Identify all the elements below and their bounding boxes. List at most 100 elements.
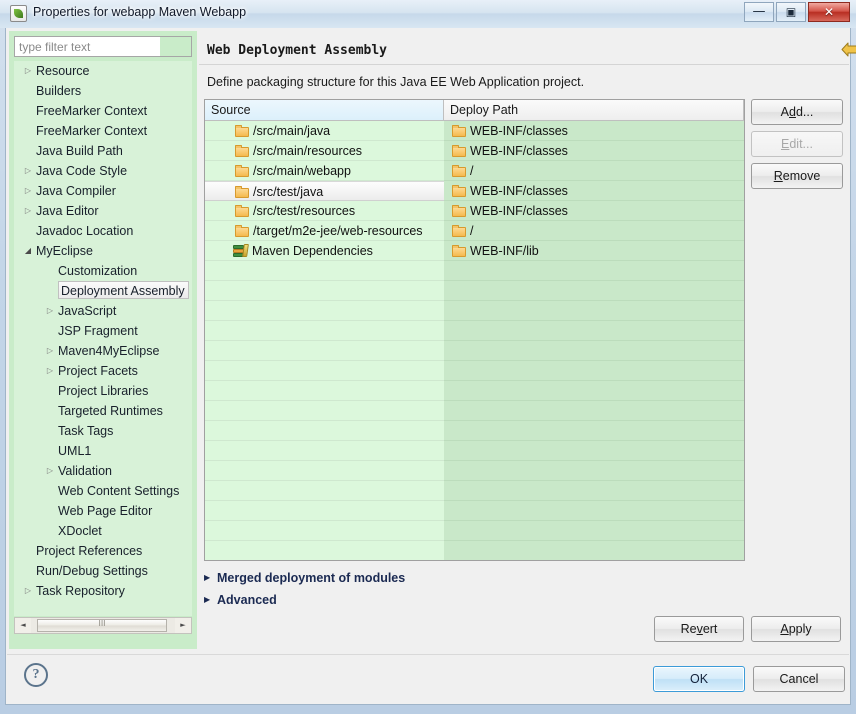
sidebar-item-deployment-assembly[interactable]: Deployment Assembly: [14, 281, 192, 301]
back-arrow-icon[interactable]: [841, 42, 856, 57]
tree-collapsed-arrow-icon[interactable]: ▷: [44, 361, 56, 381]
cell-deploy-path: [444, 381, 744, 401]
scroll-left-arrow-icon[interactable]: ◄: [15, 618, 31, 633]
help-question-icon[interactable]: ?: [24, 663, 48, 687]
table-empty-row: [205, 341, 744, 361]
sidebar-item-java-code-style[interactable]: ▷ Java Code Style: [14, 161, 192, 181]
ok-button[interactable]: OK: [653, 666, 745, 692]
sidebar-item-maven4myeclipse[interactable]: ▷ Maven4MyEclipse: [14, 341, 192, 361]
table-row[interactable]: /src/test/java WEB-INF/classes: [205, 181, 744, 201]
sidebar-item-jsp-fragment[interactable]: JSP Fragment: [14, 321, 192, 341]
sidebar-item-targeted-runtimes[interactable]: Targeted Runtimes: [14, 401, 192, 421]
sidebar-item-project-references[interactable]: Project References: [14, 541, 192, 561]
cell-deploy-path[interactable]: WEB-INF/lib: [444, 241, 744, 261]
close-button[interactable]: ✕: [808, 2, 850, 22]
cell-source[interactable]: Maven Dependencies: [205, 241, 444, 261]
tree-collapsed-arrow-icon[interactable]: ▷: [22, 61, 34, 81]
sidebar-item-resource[interactable]: ▷ Resource: [14, 61, 192, 81]
tree-collapsed-arrow-icon[interactable]: ▷: [22, 161, 34, 181]
table-row[interactable]: /src/test/resources WEB-INF/classes: [205, 201, 744, 221]
sidebar-item-project-libraries[interactable]: Project Libraries: [14, 381, 192, 401]
sidebar-item-project-facets[interactable]: ▷ Project Facets: [14, 361, 192, 381]
tree-expanded-arrow-icon[interactable]: ◢: [22, 241, 34, 261]
sidebar-item-xdoclet[interactable]: XDoclet: [14, 521, 192, 541]
table-row[interactable]: /src/main/resources WEB-INF/classes: [205, 141, 744, 161]
cell-deploy-path[interactable]: /: [444, 221, 744, 241]
tree-collapsed-arrow-icon[interactable]: ▷: [44, 461, 56, 481]
cell-source: [205, 521, 444, 541]
cancel-button[interactable]: Cancel: [753, 666, 845, 692]
sidebar-item-java-build-path[interactable]: Java Build Path: [14, 141, 192, 161]
cell-deploy-path[interactable]: WEB-INF/classes: [444, 121, 744, 141]
sidebar-item-freemarker-context[interactable]: FreeMarker Context: [14, 121, 192, 141]
table-row[interactable]: /src/main/java WEB-INF/classes: [205, 121, 744, 141]
sidebar-item-task-tags[interactable]: Task Tags: [14, 421, 192, 441]
add-button[interactable]: Add...: [751, 99, 843, 125]
settings-tree[interactable]: ▷ Resource Builders FreeMarker Context FreeM…: [14, 61, 192, 616]
cell-deploy-path[interactable]: WEB-INF/classes: [444, 141, 744, 161]
sidebar-item-customization[interactable]: Customization: [14, 261, 192, 281]
sidebar-item-label: Web Page Editor: [58, 504, 153, 518]
sidebar-item-web-content-settings[interactable]: Web Content Settings: [14, 481, 192, 501]
column-header-deploy-path[interactable]: Deploy Path: [444, 100, 744, 121]
cell-source[interactable]: /target/m2e-jee/web-resources: [205, 221, 444, 241]
table-row[interactable]: Maven Dependencies WEB-INF/lib: [205, 241, 744, 261]
deploy-path-label: WEB-INF/classes: [470, 184, 568, 198]
sidebar-item-uml1[interactable]: UML1: [14, 441, 192, 461]
sidebar-item-label: Java Build Path: [36, 144, 123, 158]
scrollbar-thumb[interactable]: [37, 619, 167, 632]
cell-source[interactable]: /src/main/resources: [205, 141, 444, 161]
search-input[interactable]: [15, 37, 160, 56]
cell-deploy-path[interactable]: WEB-INF/classes: [444, 181, 744, 201]
cell-source[interactable]: /src/main/java: [205, 121, 444, 141]
sidebar-item-run-debug-settings[interactable]: Run/Debug Settings: [14, 561, 192, 581]
table-row[interactable]: /src/main/webapp /: [205, 161, 744, 181]
apply-button[interactable]: Apply: [751, 616, 841, 642]
dialog-client-area: ▷ResourceBuildersFreeMarker ContextFreeM…: [5, 28, 856, 705]
tree-collapsed-arrow-icon[interactable]: ▷: [44, 341, 56, 361]
sidebar-item-web-page-editor[interactable]: Web Page Editor: [14, 501, 192, 521]
scroll-right-arrow-icon[interactable]: ►: [175, 618, 191, 633]
sidebar-item-javascript[interactable]: ▷ JavaScript: [14, 301, 192, 321]
sidebar-item-java-editor[interactable]: ▷ Java Editor: [14, 201, 192, 221]
cell-deploy-path: [444, 281, 744, 301]
cell-source: [205, 301, 444, 321]
tree-horizontal-scrollbar[interactable]: ◄ ►: [14, 617, 192, 634]
revert-button[interactable]: Revert: [654, 616, 744, 642]
tree-collapsed-arrow-icon[interactable]: ▷: [44, 301, 56, 321]
sidebar-item-javadoc-location[interactable]: Javadoc Location: [14, 221, 192, 241]
folder-icon: [235, 125, 249, 137]
sidebar-item-freemarker-context[interactable]: FreeMarker Context: [14, 101, 192, 121]
source-path-label: /src/main/webapp: [253, 164, 351, 178]
table-empty-row: [205, 361, 744, 381]
table-empty-row: [205, 281, 744, 301]
deploy-path-label: WEB-INF/lib: [470, 244, 539, 258]
sidebar-item-task-repository[interactable]: ▷ Task Repository: [14, 581, 192, 601]
folder-icon: [452, 145, 466, 157]
maximize-button[interactable]: ▣: [776, 2, 806, 22]
tree-collapsed-arrow-icon[interactable]: ▷: [22, 181, 34, 201]
cell-source[interactable]: /src/test/java: [205, 181, 444, 201]
sidebar-item-label: MyEclipse: [36, 244, 93, 258]
cell-deploy-path: [444, 521, 744, 541]
cell-source[interactable]: /src/main/webapp: [205, 161, 444, 181]
table-row[interactable]: /target/m2e-jee/web-resources /: [205, 221, 744, 241]
tree-collapsed-arrow-icon[interactable]: ▷: [22, 581, 34, 601]
sidebar-item-myeclipse[interactable]: ◢ MyEclipse: [14, 241, 192, 261]
minimize-button[interactable]: —: [744, 2, 774, 22]
sidebar-item-java-compiler[interactable]: ▷ Java Compiler: [14, 181, 192, 201]
cell-source[interactable]: /src/test/resources: [205, 201, 444, 221]
remove-button[interactable]: Remove: [751, 163, 843, 189]
folder-icon: [452, 165, 466, 177]
cell-deploy-path[interactable]: WEB-INF/classes: [444, 201, 744, 221]
page-description: Define packaging structure for this Java…: [207, 75, 585, 89]
sidebar-item-label: Validation: [58, 464, 112, 478]
cell-deploy-path[interactable]: /: [444, 161, 744, 181]
deploy-path-label: WEB-INF/classes: [470, 204, 568, 218]
deployment-assembly-table[interactable]: Source Deploy Path /src/main/java WEB-INF…: [204, 99, 745, 561]
column-header-source[interactable]: Source: [205, 100, 444, 121]
deploy-path-label: WEB-INF/classes: [470, 144, 568, 158]
sidebar-item-validation[interactable]: ▷ Validation: [14, 461, 192, 481]
sidebar-item-builders[interactable]: Builders: [14, 81, 192, 101]
tree-collapsed-arrow-icon[interactable]: ▷: [22, 201, 34, 221]
